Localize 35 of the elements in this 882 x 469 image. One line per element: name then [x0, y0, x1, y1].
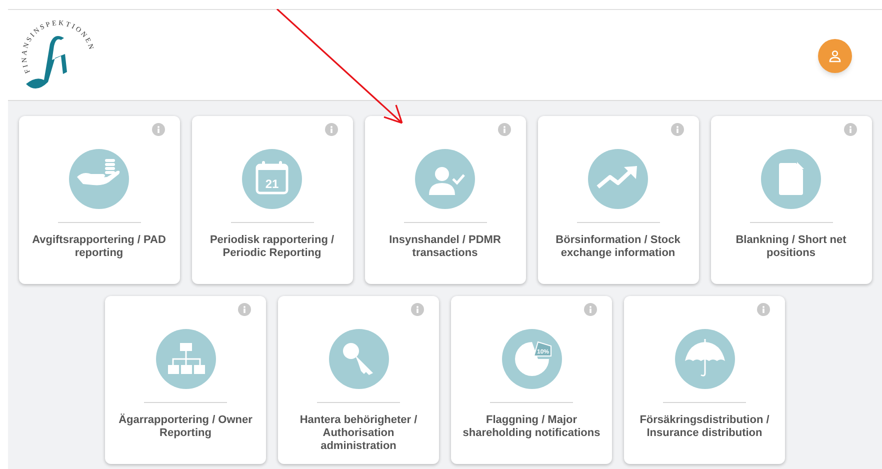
hand-coins-icon — [69, 149, 129, 209]
card-title: Flaggning / Major shareholding notifications — [462, 414, 602, 440]
card-title: Blankning / Short net positions — [734, 234, 848, 260]
org-chart-icon — [156, 329, 216, 389]
service-card[interactable]: Blankning / Short net positions — [710, 116, 872, 284]
service-card[interactable]: Hantera behörigheter / Authorisation administration — [278, 296, 439, 464]
user-icon — [828, 48, 842, 62]
info-icon[interactable] — [584, 303, 597, 316]
card-title: Insynshandel / PDMR transactions — [388, 234, 502, 260]
key-icon — [328, 329, 388, 389]
person-check-icon — [415, 149, 475, 209]
card-title: Ägarrapportering / Owner Reporting — [118, 414, 254, 440]
info-icon[interactable] — [152, 123, 164, 136]
service-card[interactable]: 21 Periodisk rapportering / Periodic Reporting — [192, 116, 352, 284]
info-icon[interactable] — [324, 123, 338, 136]
document-icon — [761, 149, 821, 209]
info-icon[interactable] — [498, 123, 510, 136]
calendar-icon: 21 — [242, 149, 302, 209]
info-icon[interactable] — [757, 303, 770, 316]
info-icon[interactable] — [670, 123, 684, 136]
service-card[interactable]: Ägarrapportering / Owner Reporting — [105, 296, 266, 464]
card-title: Hantera behörigheter / Authorisation administration — [298, 414, 418, 453]
card-title: Avgiftsrapportering / PAD reporting — [31, 234, 167, 260]
service-card[interactable]: Försäkringsdistribution / Insurance distribution — [624, 296, 785, 464]
info-icon[interactable] — [238, 303, 251, 316]
info-icon[interactable] — [411, 303, 424, 316]
service-card[interactable]: Insynshandel / PDMR transactions — [364, 116, 526, 284]
service-card[interactable]: Avgiftsrapportering / PAD reporting — [18, 116, 180, 284]
service-card[interactable]: Börsinformation / Stock exchange information — [538, 116, 698, 284]
card-title: Periodisk rapportering / Periodic Reporting — [208, 234, 336, 260]
card-title: Försäkringsdistribution / Insurance distribution — [638, 414, 770, 440]
card-title: Börsinformation / Stock exchange information — [554, 234, 682, 260]
info-icon[interactable] — [844, 123, 856, 136]
umbrella-icon — [674, 329, 734, 389]
profile-button[interactable] — [818, 38, 852, 72]
